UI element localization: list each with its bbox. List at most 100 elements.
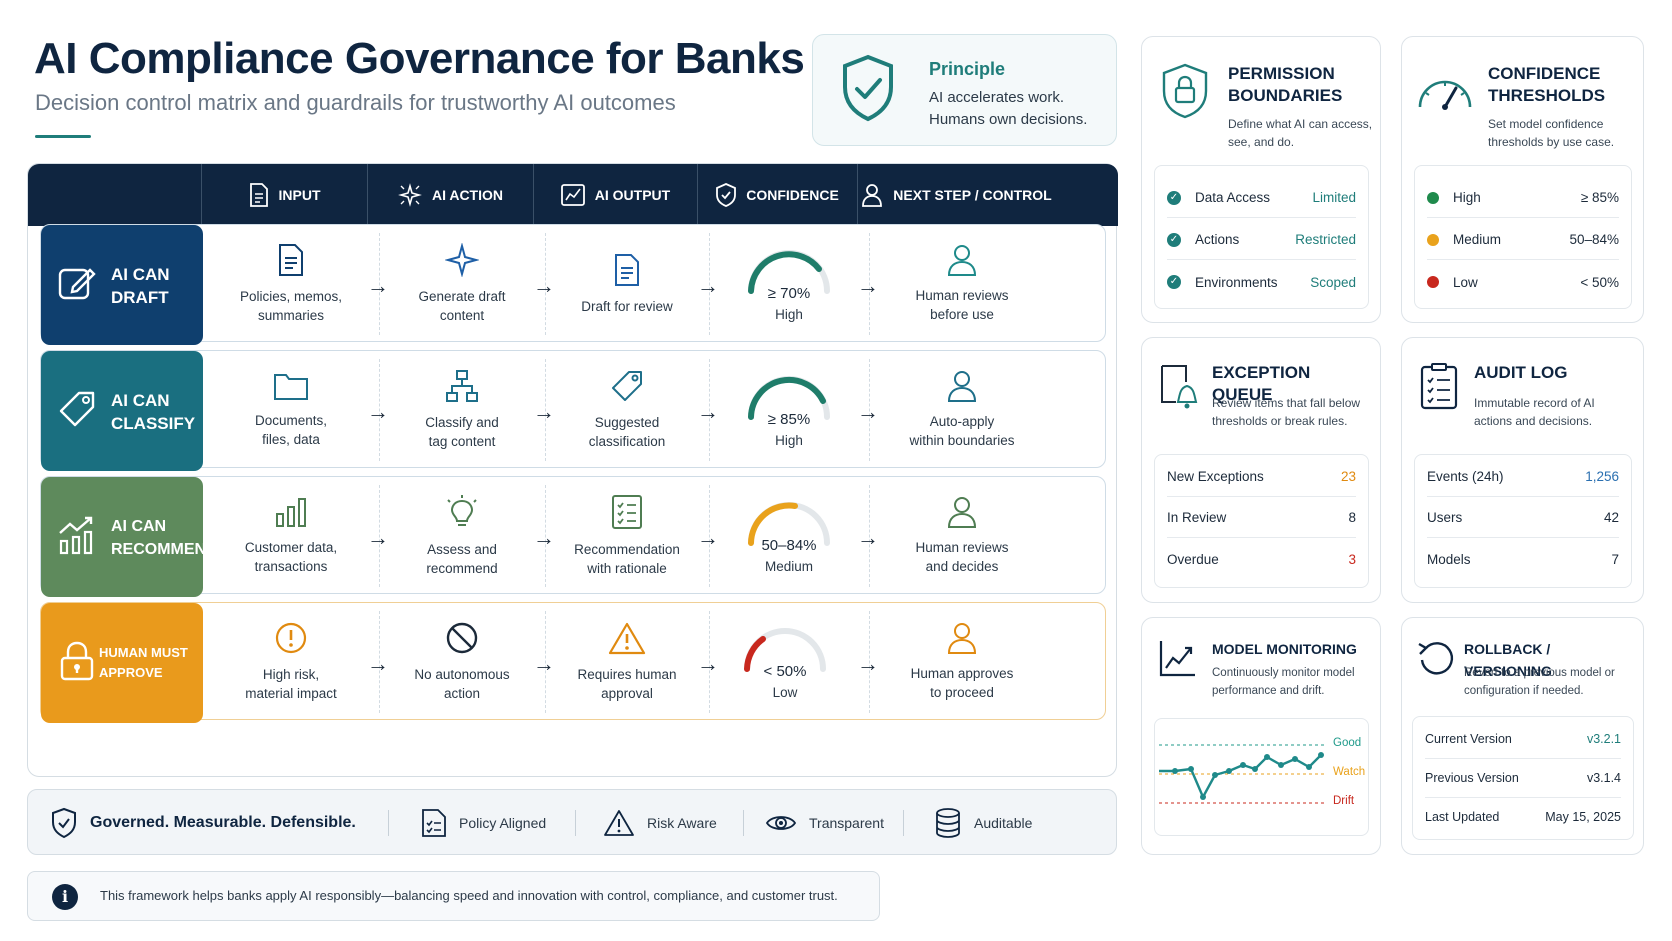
line-chart-icon <box>1159 641 1195 677</box>
card-title: PERMISSION BOUNDARIES <box>1228 64 1343 105</box>
arrow-icon: → <box>697 525 719 550</box>
rollback-versioning-card: ROLLBACK / VERSIONING Revert to a previo… <box>1401 617 1644 855</box>
audit-list: Events (24h) 1,256 Users 42 Models 7 <box>1414 454 1632 588</box>
row-value: ≥ 85% <box>1580 190 1619 205</box>
cell-text: Documents, files, data <box>254 413 328 447</box>
lightbulb-icon <box>447 495 477 526</box>
principle-text: AI accelerates work. Humans own decision… <box>929 89 1088 128</box>
row-label: New Exceptions <box>1167 469 1264 484</box>
clipboard-icon <box>1420 363 1458 410</box>
database-icon <box>936 808 960 838</box>
row-label-classify: AI CAN CLASSIFY <box>41 351 203 471</box>
row-value: v3.2.1 <box>1586 731 1621 746</box>
tag-icon <box>59 391 95 427</box>
speedometer-icon <box>1418 80 1472 110</box>
exception-row: Overdue 3 <box>1167 539 1356 579</box>
row-value: 3 <box>1348 551 1356 567</box>
row-label-text: HUMAN MUST APPROVE <box>99 645 188 680</box>
row-value: 50–84% <box>1569 232 1619 247</box>
cell-text: No autonomous action <box>414 667 510 701</box>
warning-icon <box>604 810 634 836</box>
permission-row: ✓ Data Access Limited <box>1167 178 1356 218</box>
cell-text: Suggested classification <box>588 415 666 449</box>
cell-text: Classify and tag content <box>425 415 499 449</box>
threshold-row: Medium 50–84% <box>1427 220 1619 260</box>
confidence-thresholds-card: CONFIDENCE THRESHOLDS Set model confiden… <box>1401 36 1644 323</box>
shield-check-icon <box>716 183 737 207</box>
cell-next-step: Human approves to proceed <box>869 603 1055 721</box>
document-icon <box>249 183 268 207</box>
permission-boundaries-card: PERMISSION BOUNDARIES Define what AI can… <box>1141 36 1381 323</box>
card-description: Review items that fall below thresholds … <box>1212 396 1361 428</box>
alert-bell-icon <box>1161 365 1198 409</box>
footer-item-label: Policy Aligned <box>459 815 547 831</box>
version-row: Current Version v3.2.1 <box>1425 719 1621 759</box>
audit-row: Models 7 <box>1427 539 1619 579</box>
confidence-value: 50–84% <box>761 537 817 554</box>
col-header-next-step: NEXT STEP / CONTROL <box>857 164 1055 226</box>
card-description: Immutable record of AI actions and decis… <box>1474 396 1595 428</box>
cell-text: Draft for review <box>581 298 673 314</box>
cell-next-step: Human reviews and decides <box>869 477 1055 595</box>
cell-action: No autonomous action <box>379 603 545 721</box>
cell-input: Customer data, transactions <box>203 477 379 595</box>
band-label-good: Good <box>1333 737 1362 749</box>
row-label: High <box>1453 190 1481 205</box>
lock-icon <box>60 641 94 681</box>
confidence-gauge: < 50% Low <box>715 613 855 713</box>
principle-card: Principle AI accelerates work. Humans ow… <box>812 34 1117 146</box>
matrix-row-classify: AI CAN CLASSIFY Documents, files, data →… <box>40 350 1106 471</box>
exception-list: New Exceptions 23 In Review 8 Overdue 3 <box>1154 454 1369 588</box>
footer-item-auditable: Auditable <box>934 790 1032 856</box>
monitoring-chart: Good Watch Drift <box>1154 718 1369 836</box>
card-title: AUDIT LOG <box>1474 363 1568 382</box>
confidence-gauge: ≥ 70% High <box>719 235 859 335</box>
row-label: Overdue <box>1167 551 1219 567</box>
threshold-list: High ≥ 85% Medium 50–84% Low < 50% <box>1414 165 1632 309</box>
permission-list: ✓ Data Access Limited ✓ Actions Restricted ✓… <box>1154 165 1369 309</box>
confidence-gauge: ≥ 85% High <box>719 361 859 461</box>
check-icon: ✓ <box>1167 190 1181 205</box>
confidence-level: Medium <box>764 559 813 574</box>
version-row: Previous Version v3.1.4 <box>1425 758 1621 798</box>
col-header-ai-output: AI OUTPUT <box>533 164 697 226</box>
status-dot <box>1427 191 1439 204</box>
cell-text: Auto-apply within boundaries <box>909 414 1015 448</box>
document-icon <box>615 253 639 286</box>
cell-text: Assess and recommend <box>426 542 498 576</box>
cell-output: Requires human approval <box>545 603 709 721</box>
matrix-header: INPUT AI ACTION AI OUTPUT CONFIDENCE NEX… <box>28 164 1118 226</box>
checklist-icon <box>612 495 642 529</box>
policy-document-icon <box>422 809 446 837</box>
col-label: AI OUTPUT <box>594 187 671 203</box>
card-title: MODEL MONITORING <box>1212 641 1357 657</box>
col-header-ai-action: AI ACTION <box>367 164 533 226</box>
divider <box>575 810 576 836</box>
card-description: Continuously monitor model performance a… <box>1212 667 1355 697</box>
cell-next-step: Human reviews before use <box>869 225 1055 343</box>
edit-icon <box>58 268 96 300</box>
threshold-row: Low < 50% <box>1427 262 1619 302</box>
document-icon <box>279 244 303 276</box>
exception-queue-card: EXCEPTION QUEUE Review items that fall b… <box>1141 337 1381 603</box>
cell-action: Assess and recommend <box>379 477 545 595</box>
principle-heading: Principle <box>929 59 1006 79</box>
footer-item-label: Risk Aware <box>647 815 717 831</box>
row-label: Models <box>1427 551 1471 567</box>
card-description: Set model confidence thresholds by use c… <box>1488 117 1615 149</box>
model-monitoring-card: MODEL MONITORING Continuously monitor mo… <box>1141 617 1381 855</box>
row-label: Events (24h) <box>1427 469 1504 484</box>
cell-text: Human reviews and decides <box>915 540 1009 574</box>
bar-chart-icon <box>276 498 306 527</box>
row-label-text: AI CAN CLASSIFY <box>111 391 196 433</box>
cell-next-step: Auto-apply within boundaries <box>869 351 1055 469</box>
version-list: Current Version v3.2.1 Previous Version v3… <box>1412 716 1634 840</box>
confidence-value: < 50% <box>763 663 807 680</box>
alert-circle-icon <box>275 622 307 654</box>
divider <box>743 810 744 836</box>
row-label: Actions <box>1195 232 1240 247</box>
card-title: CONFIDENCE THRESHOLDS <box>1488 64 1606 105</box>
cell-text: Generate draft content <box>418 289 506 323</box>
audit-row: Events (24h) 1,256 <box>1427 457 1619 497</box>
principles-bar: Governed. Measurable. Defensible. Policy… <box>27 789 1117 855</box>
